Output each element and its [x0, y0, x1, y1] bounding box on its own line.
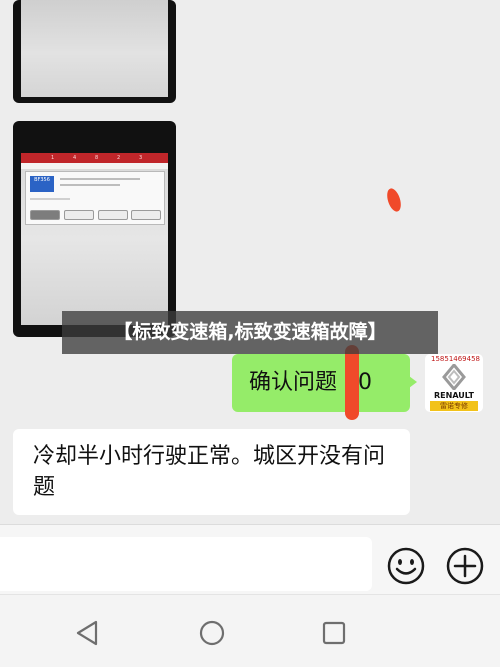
tablet-button	[30, 210, 60, 220]
tablet-text-line	[60, 178, 140, 180]
tablet-text-line	[30, 198, 70, 200]
tablet-label: 2	[117, 155, 121, 161]
plus-icon[interactable]	[445, 546, 485, 586]
image-message-1[interactable]	[13, 0, 176, 103]
tablet-screen-image: 1 4 8 2 3 BF356	[21, 153, 168, 325]
image-message-2[interactable]: 1 4 8 2 3 BF356	[13, 121, 176, 337]
tablet-badge: BF356	[30, 176, 54, 192]
tablet-label: 4	[73, 155, 77, 161]
tablet-button	[131, 210, 161, 220]
renault-logo-icon	[442, 364, 466, 390]
navigation-bar	[0, 594, 500, 667]
red-mark	[384, 186, 404, 214]
tablet-button	[64, 210, 94, 220]
tablet-label: 8	[95, 155, 99, 161]
emoji-icon[interactable]	[386, 546, 426, 586]
input-bar	[0, 524, 500, 595]
tablet-body	[25, 229, 163, 319]
recents-square-icon[interactable]	[320, 619, 348, 647]
message-input[interactable]	[0, 537, 372, 591]
title-banner: 【标致变速箱,标致变速箱故障】	[62, 311, 438, 354]
tablet-button	[98, 210, 128, 220]
incoming-message-text: 冷却半小时行驶正常。城区开没有问题	[33, 444, 386, 500]
avatar-brand-text: RENAULT	[434, 391, 474, 400]
tablet-text-line	[60, 184, 120, 186]
tablet-label: 3	[139, 155, 143, 161]
incoming-message[interactable]: 冷却半小时行驶正常。城区开没有问题	[13, 429, 410, 515]
chat-area[interactable]: 1 4 8 2 3 BF356 确认问题 00 15851469458 RENA…	[0, 0, 500, 524]
avatar[interactable]: 15851469458 RENAULT 雷诺专修	[425, 354, 483, 412]
tablet-title-bar: 1 4 8 2 3	[21, 153, 168, 163]
avatar-shop-text: 雷诺专修	[430, 401, 478, 411]
back-triangle-icon[interactable]	[74, 619, 102, 647]
tablet-subbar	[21, 163, 168, 169]
red-mark	[345, 345, 359, 420]
home-circle-icon[interactable]	[198, 619, 226, 647]
tablet-card: BF356	[25, 171, 165, 225]
image-screen	[21, 0, 168, 97]
outgoing-message[interactable]: 确认问题 00	[232, 354, 417, 412]
avatar-phone-text: 15851469458	[431, 355, 480, 363]
tablet-label: 1	[51, 155, 55, 161]
